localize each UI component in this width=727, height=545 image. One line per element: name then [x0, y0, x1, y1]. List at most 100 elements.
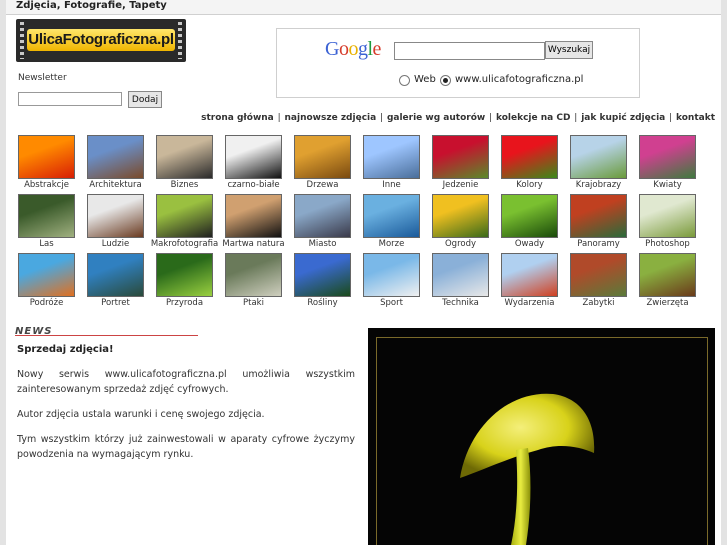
nav-link[interactable]: kolekcje na CD — [496, 113, 570, 123]
category-item[interactable]: Architektura — [81, 135, 150, 193]
category-item[interactable]: Sport — [357, 253, 426, 311]
category-item[interactable]: Technika — [426, 253, 495, 311]
search-site-radio[interactable] — [440, 75, 451, 86]
category-thumbnail[interactable] — [570, 253, 627, 297]
category-thumbnail[interactable] — [363, 253, 420, 297]
category-label[interactable]: Drzewa — [288, 179, 357, 191]
nav-link[interactable]: jak kupić zdjęcia — [581, 113, 665, 123]
category-item[interactable]: Abstrakcje — [12, 135, 81, 193]
category-thumbnail[interactable] — [432, 194, 489, 238]
category-item[interactable]: Podróże — [12, 253, 81, 311]
category-label[interactable]: Zwierzęta — [633, 297, 702, 309]
category-label[interactable]: Morze — [357, 238, 426, 250]
newsletter-add-button[interactable]: Dodaj — [128, 91, 162, 108]
category-thumbnail[interactable] — [156, 135, 213, 179]
category-thumbnail[interactable] — [639, 135, 696, 179]
category-item[interactable]: Portret — [81, 253, 150, 311]
category-thumbnail[interactable] — [156, 253, 213, 297]
category-thumbnail[interactable] — [639, 253, 696, 297]
category-item[interactable]: Panoramy — [564, 194, 633, 252]
category-item[interactable]: Zabytki — [564, 253, 633, 311]
category-thumbnail[interactable] — [18, 253, 75, 297]
category-thumbnail[interactable] — [225, 135, 282, 179]
category-label[interactable]: Portret — [81, 297, 150, 309]
category-item[interactable]: Kwiaty — [633, 135, 702, 193]
category-thumbnail[interactable] — [18, 135, 75, 179]
category-label[interactable]: Biznes — [150, 179, 219, 191]
nav-link[interactable]: najnowsze zdjęcia — [285, 113, 377, 123]
category-label[interactable]: Ogrody — [426, 238, 495, 250]
category-item[interactable]: Owady — [495, 194, 564, 252]
category-thumbnail[interactable] — [432, 253, 489, 297]
category-thumbnail[interactable] — [87, 194, 144, 238]
category-item[interactable]: Przyroda — [150, 253, 219, 311]
category-item[interactable]: Morze — [357, 194, 426, 252]
category-label[interactable]: Kwiaty — [633, 179, 702, 191]
category-item[interactable]: Krajobrazy — [564, 135, 633, 193]
site-logo[interactable]: UlicaFotograficzna.pl — [16, 19, 186, 62]
newsletter-email-input[interactable] — [18, 92, 122, 106]
category-label[interactable]: Technika — [426, 297, 495, 309]
category-thumbnail[interactable] — [156, 194, 213, 238]
category-label[interactable]: Wydarzenia — [495, 297, 564, 309]
category-label[interactable]: Miasto — [288, 238, 357, 250]
category-thumbnail[interactable] — [432, 135, 489, 179]
category-label[interactable]: Przyroda — [150, 297, 219, 309]
category-item[interactable]: Photoshop — [633, 194, 702, 252]
category-item[interactable]: Wydarzenia — [495, 253, 564, 311]
category-item[interactable]: Biznes — [150, 135, 219, 193]
category-thumbnail[interactable] — [225, 194, 282, 238]
category-label[interactable]: Podróże — [12, 297, 81, 309]
category-label[interactable]: Rośliny — [288, 297, 357, 309]
nav-link[interactable]: kontakt — [676, 113, 715, 123]
category-thumbnail[interactable] — [18, 194, 75, 238]
category-item[interactable]: Las — [12, 194, 81, 252]
category-label[interactable]: Krajobrazy — [564, 179, 633, 191]
category-thumbnail[interactable] — [639, 194, 696, 238]
category-label[interactable]: Ludzie — [81, 238, 150, 250]
google-search-input[interactable] — [394, 42, 545, 60]
category-label[interactable]: Makrofotografia — [150, 238, 219, 250]
category-item[interactable]: Ludzie — [81, 194, 150, 252]
category-label[interactable]: Abstrakcje — [12, 179, 81, 191]
category-label[interactable]: Panoramy — [564, 238, 633, 250]
category-item[interactable]: Kolory — [495, 135, 564, 193]
featured-photo[interactable] — [368, 328, 715, 545]
category-item[interactable]: Inne — [357, 135, 426, 193]
category-thumbnail[interactable] — [294, 135, 351, 179]
category-item[interactable]: Makrofotografia — [150, 194, 219, 252]
category-thumbnail[interactable] — [87, 253, 144, 297]
category-label[interactable]: Inne — [357, 179, 426, 191]
category-thumbnail[interactable] — [294, 253, 351, 297]
category-thumbnail[interactable] — [501, 135, 558, 179]
category-label[interactable]: Las — [12, 238, 81, 250]
category-thumbnail[interactable] — [87, 135, 144, 179]
category-item[interactable]: Miasto — [288, 194, 357, 252]
category-thumbnail[interactable] — [363, 135, 420, 179]
category-item[interactable]: Jedzenie — [426, 135, 495, 193]
category-item[interactable]: Ogrody — [426, 194, 495, 252]
category-thumbnail[interactable] — [570, 194, 627, 238]
category-label[interactable]: Kolory — [495, 179, 564, 191]
category-item[interactable]: Rośliny — [288, 253, 357, 311]
category-item[interactable]: czarno-białe — [219, 135, 288, 193]
category-item[interactable]: Zwierzęta — [633, 253, 702, 311]
category-item[interactable]: Martwa natura — [219, 194, 288, 252]
category-label[interactable]: Owady — [495, 238, 564, 250]
category-label[interactable]: czarno-białe — [219, 179, 288, 191]
category-label[interactable]: Sport — [357, 297, 426, 309]
google-search-button[interactable]: Wyszukaj — [545, 41, 593, 59]
category-label[interactable]: Jedzenie — [426, 179, 495, 191]
category-label[interactable]: Ptaki — [219, 297, 288, 309]
nav-link[interactable]: strona główna — [201, 113, 274, 123]
search-web-radio[interactable] — [399, 75, 410, 86]
category-thumbnail[interactable] — [363, 194, 420, 238]
category-label[interactable]: Zabytki — [564, 297, 633, 309]
category-item[interactable]: Ptaki — [219, 253, 288, 311]
category-thumbnail[interactable] — [501, 194, 558, 238]
category-thumbnail[interactable] — [501, 253, 558, 297]
category-label[interactable]: Martwa natura — [219, 238, 288, 250]
category-thumbnail[interactable] — [225, 253, 282, 297]
category-thumbnail[interactable] — [570, 135, 627, 179]
category-label[interactable]: Photoshop — [633, 238, 702, 250]
